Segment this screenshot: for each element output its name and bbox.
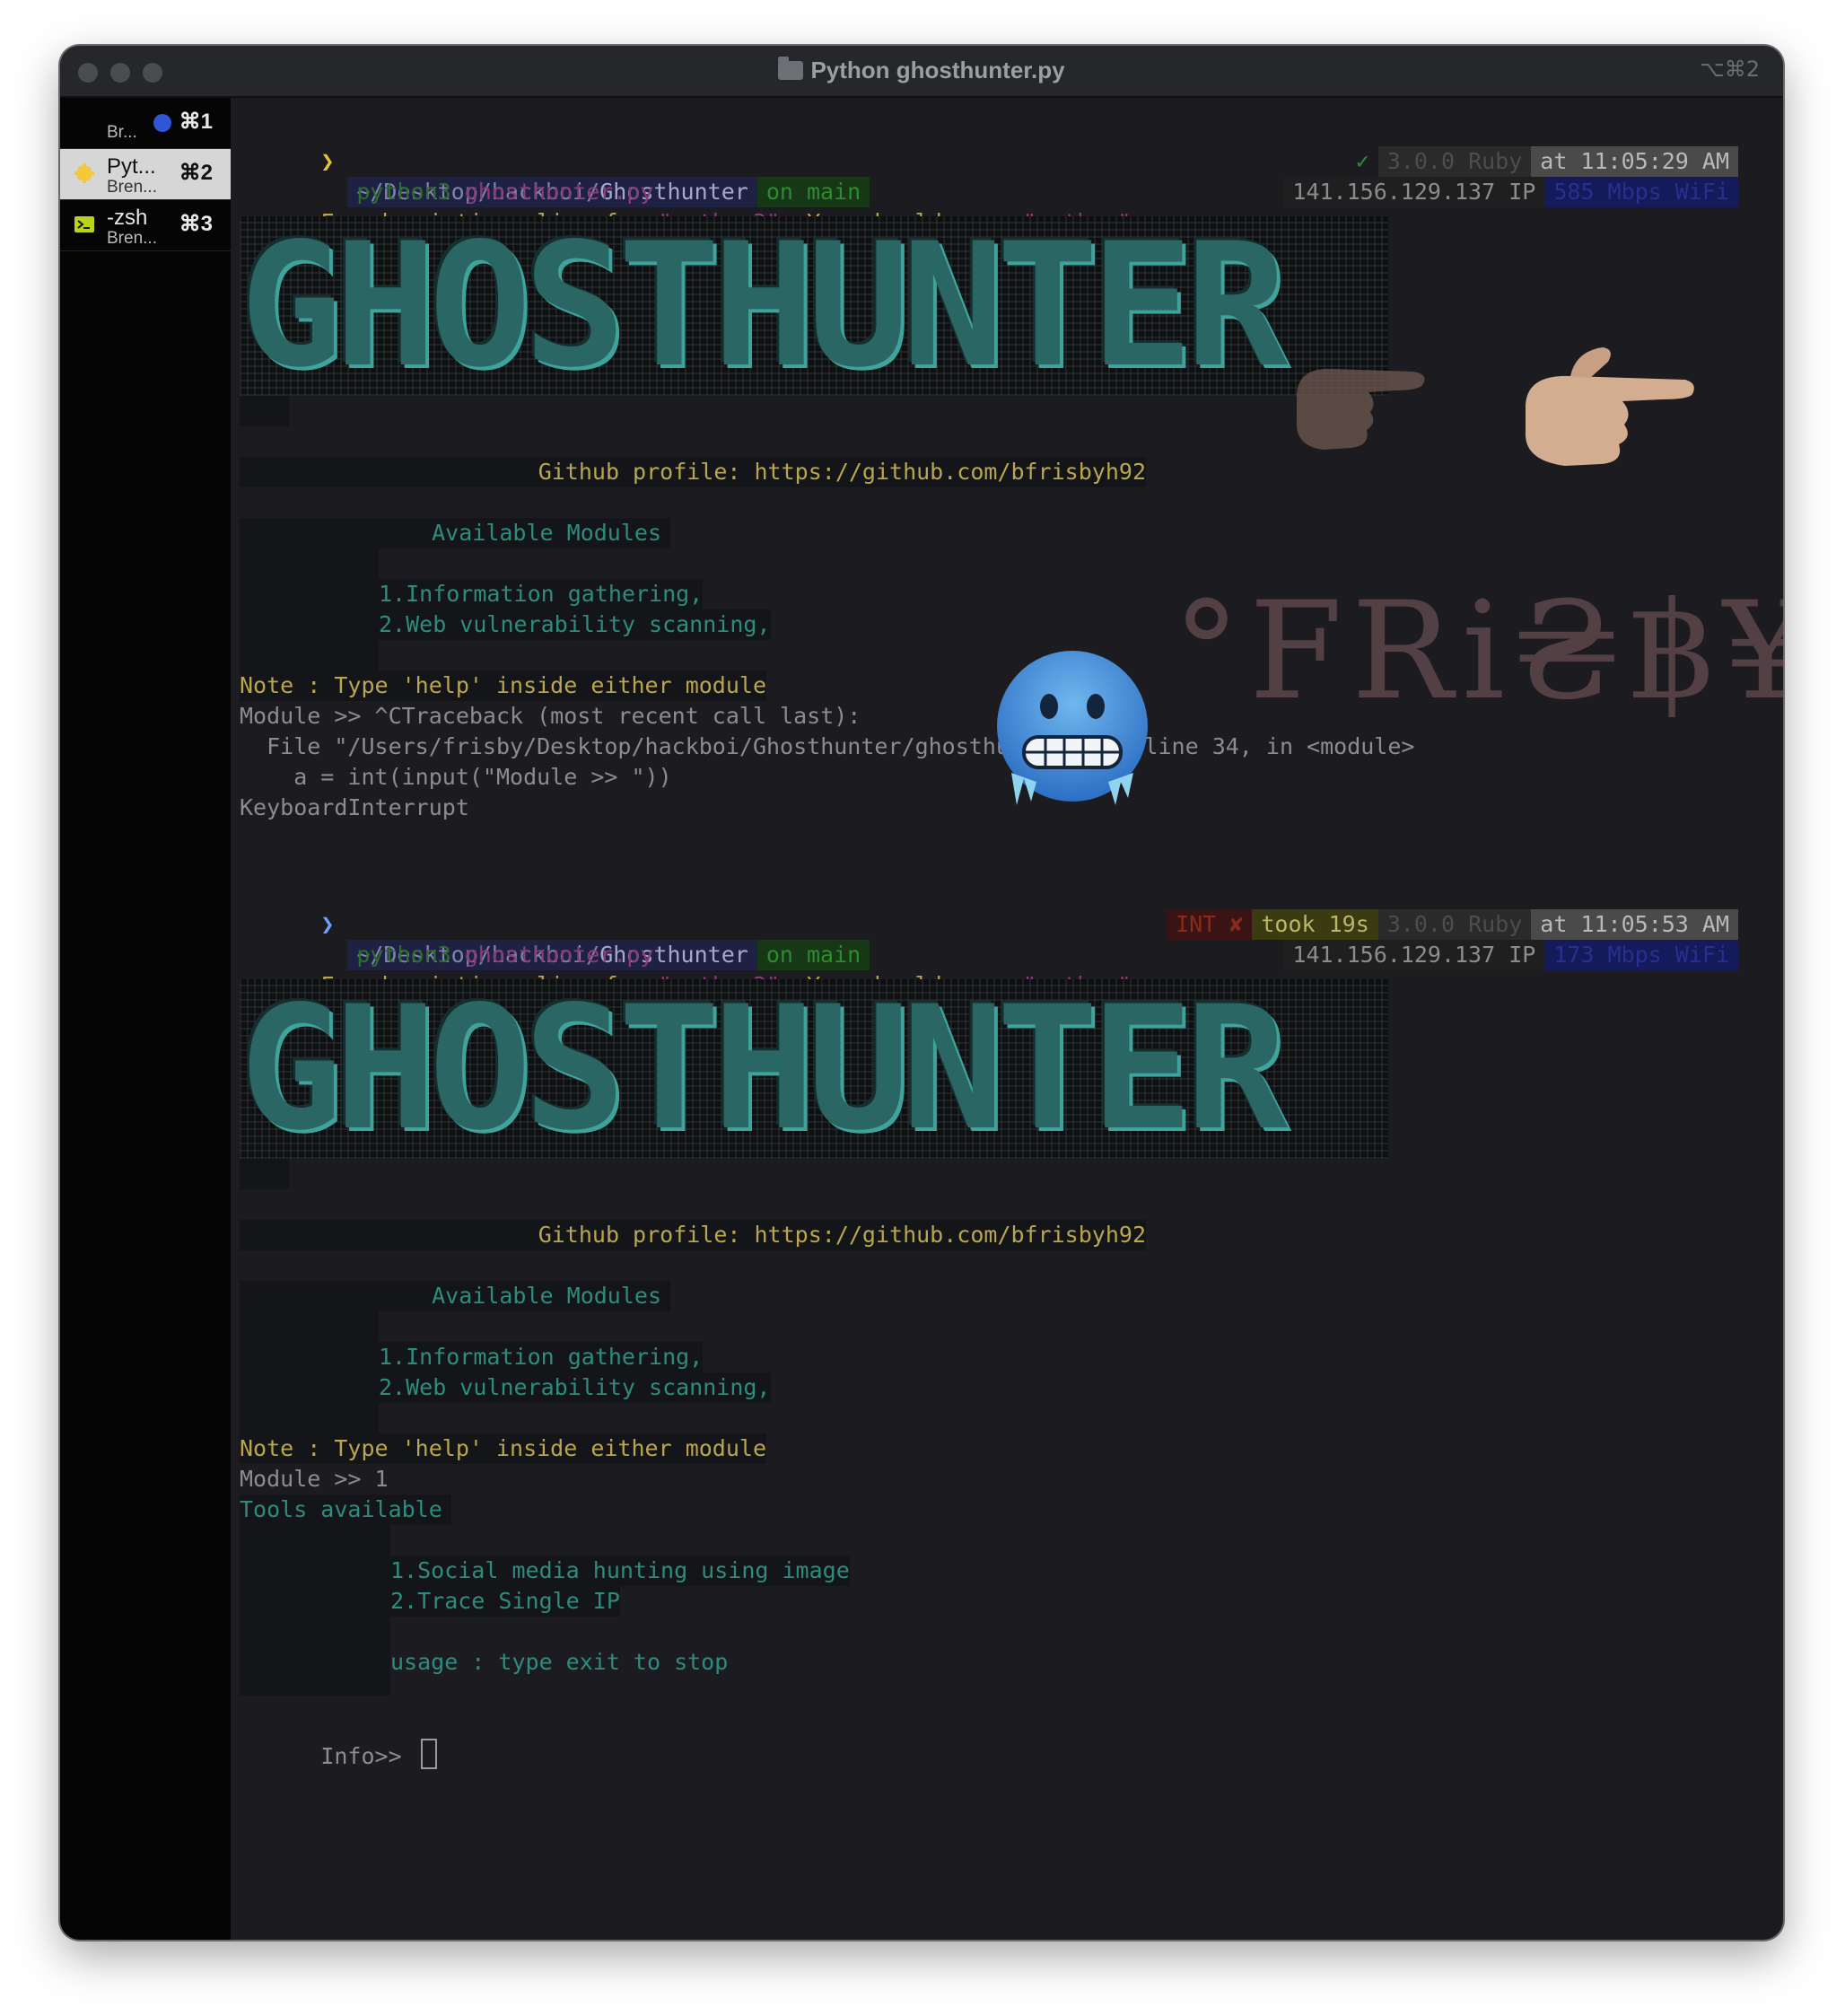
- tab-shortcut: ⌘3: [179, 212, 213, 236]
- tab-label: Pyt...: [107, 154, 156, 179]
- dot-icon: [153, 114, 171, 132]
- modules-title: Available Modules: [240, 1281, 670, 1311]
- terminal-window: Python ghosthunter.py ⌥⌘2 Br... ⌘1 Pyt..…: [60, 46, 1783, 1940]
- ip-address: 141.156.129.137 IP: [1283, 940, 1545, 970]
- github-link: Github profile: https://github.com/bfris…: [240, 457, 1146, 487]
- traceback-line: a = int(input("Module >> ")): [240, 764, 672, 790]
- tab-1[interactable]: Br... ⌘1: [60, 98, 231, 149]
- text-cursor: [420, 1739, 437, 1769]
- tab-subtitle: Bren...: [107, 178, 157, 197]
- tab-subtitle: Br...: [107, 123, 137, 142]
- module-prompt: Module >> 1: [240, 1466, 389, 1492]
- cold-face-emoji-icon: [997, 651, 1148, 805]
- terminal-icon: [74, 216, 94, 232]
- modules-title: Available Modules: [240, 518, 670, 548]
- title-bar: Python ghosthunter.py ⌥⌘2: [60, 46, 1783, 98]
- tools-panel: [240, 1525, 390, 1696]
- usage-line: usage : type exit to stop: [390, 1649, 729, 1675]
- github-link: Github profile: https://github.com/bfris…: [240, 1220, 1146, 1250]
- module-item: 2.Web vulnerability scanning,: [379, 609, 771, 640]
- ascii-banner: GHOSTHUNTER: [240, 979, 1388, 1159]
- traceback-file: File "/Users/frisby/Desktop/hackboi/Ghos…: [240, 733, 1415, 759]
- tab-sidebar: Br... ⌘1 Pyt... Bren... ⌘2 -zsh Bren... …: [60, 98, 231, 1940]
- signature-logo: °FRi₴฿¥: [1173, 584, 1783, 719]
- wifi-speed: 173 Mbps WiFi: [1544, 940, 1738, 970]
- info-prompt[interactable]: Info>>: [240, 1708, 437, 1802]
- tab-subtitle: Bren...: [107, 229, 157, 248]
- tool-item: 2.Trace Single IP: [390, 1586, 620, 1617]
- tab-shortcut: ⌘2: [179, 161, 213, 185]
- info-prompt-text: Info>>: [320, 1743, 415, 1769]
- banner-pad: [240, 396, 289, 426]
- tools-title: Tools available: [240, 1494, 451, 1525]
- window-title: Python ghosthunter.py: [60, 57, 1783, 84]
- window-shortcut: ⌥⌘2: [1700, 57, 1760, 82]
- pointing-hand-icon: [1525, 347, 1694, 466]
- tool-item: 1.Social media hunting using image: [390, 1556, 850, 1586]
- tab-label: -zsh: [107, 206, 148, 230]
- terminal-output[interactable]: ❯ ~/Desktop/hackboi/Ghosthunter on main ✓…: [240, 98, 1783, 1940]
- banner-text: GHOSTHUNTER: [240, 988, 1288, 1150]
- ascii-banner: GHOSTHUNTER: [240, 216, 1388, 396]
- banner-text: GHOSTHUNTER: [240, 225, 1288, 387]
- window-title-text: Python ghosthunter.py: [810, 57, 1065, 83]
- signature-text: °FRi₴฿¥: [1173, 574, 1783, 730]
- note-line: Note : Type 'help' inside either module: [240, 1433, 766, 1464]
- module-item: 1.Information gathering,: [379, 579, 704, 609]
- pointing-hand-icon: [1296, 368, 1425, 450]
- tab-2[interactable]: Pyt... Bren... ⌘2: [60, 149, 231, 200]
- python-icon: [74, 163, 94, 183]
- module-item: 2.Web vulnerability scanning,: [379, 1372, 771, 1403]
- wifi-speed: 585 Mbps WiFi: [1544, 177, 1738, 207]
- traceback-error: KeyboardInterrupt: [240, 794, 469, 820]
- banner-pad: [240, 1159, 289, 1189]
- ip-address: 141.156.129.137 IP: [1283, 177, 1545, 207]
- tab-shortcut: ⌘1: [179, 110, 213, 134]
- module-prompt: Module >> ^CTraceback (most recent call …: [240, 703, 861, 729]
- folder-icon: [778, 57, 804, 80]
- module-item: 1.Information gathering,: [379, 1342, 704, 1372]
- note-line: Note : Type 'help' inside either module: [240, 671, 766, 701]
- tab-3[interactable]: -zsh Bren... ⌘3: [60, 200, 231, 251]
